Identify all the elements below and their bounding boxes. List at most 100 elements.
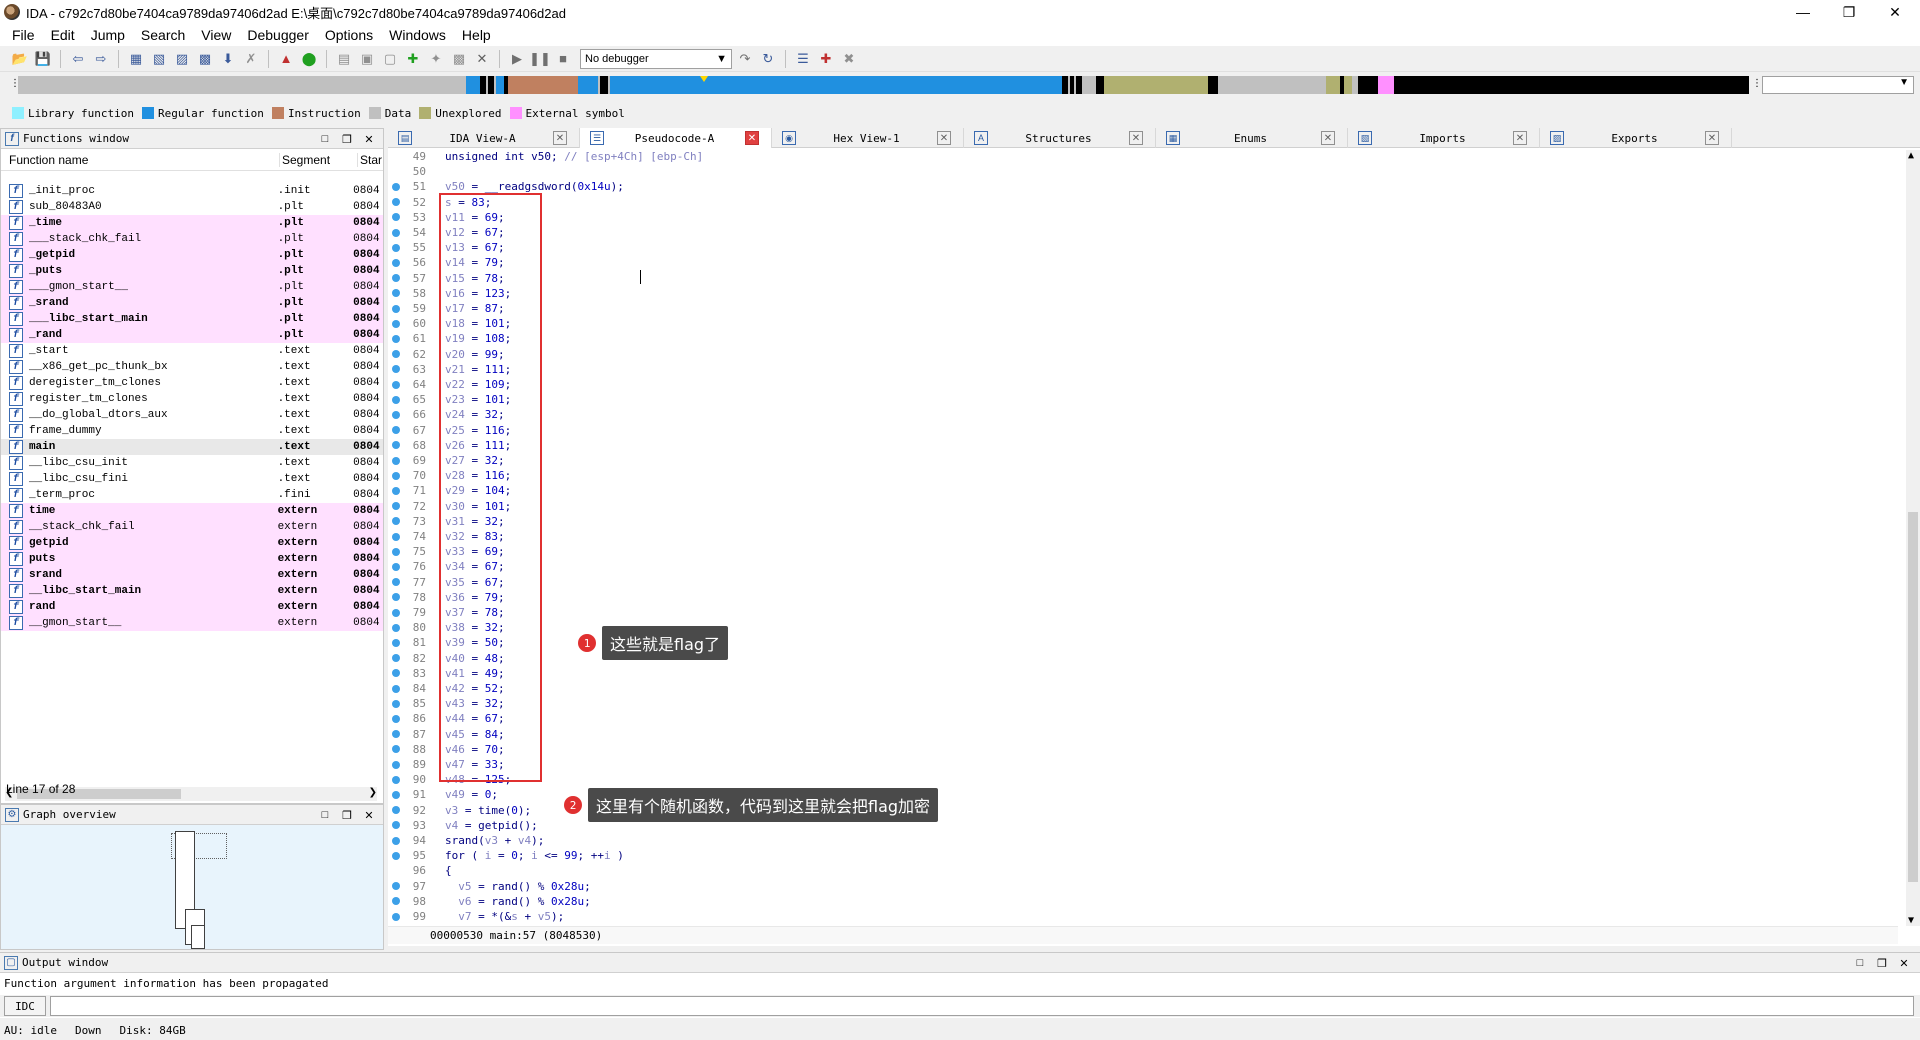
breakpoint-dot-icon[interactable] bbox=[392, 334, 400, 343]
scroll-thumb[interactable] bbox=[1908, 512, 1918, 882]
breakpoint-dot-icon[interactable] bbox=[392, 441, 400, 450]
breakpoint-dot-icon[interactable] bbox=[392, 532, 400, 541]
breakpoint-dot-icon[interactable] bbox=[392, 790, 400, 799]
tab-close-icon[interactable]: ✕ bbox=[745, 131, 759, 145]
binary-search-icon[interactable]: ▦ bbox=[126, 49, 146, 69]
breakpoint-dot-icon[interactable] bbox=[392, 471, 400, 480]
tab-hex-view-1[interactable]: ◉ Hex View-1 ✕ bbox=[772, 128, 964, 148]
search-next-icon[interactable]: ▨ bbox=[172, 49, 192, 69]
scroll-up-icon[interactable]: ▲ bbox=[1908, 150, 1914, 161]
column-function-name[interactable]: Function name bbox=[1, 153, 279, 167]
pane-maximize-button[interactable]: □ bbox=[1852, 955, 1868, 971]
tab-close-icon[interactable]: ✕ bbox=[1129, 131, 1143, 145]
refresh-icon[interactable]: ↻ bbox=[758, 49, 778, 69]
tab-pseudocode-a[interactable]: ☰ Pseudocode-A ✕ bbox=[580, 128, 772, 148]
breakpoint-dot-icon[interactable] bbox=[392, 882, 400, 891]
function-row[interactable]: f deregister_tm_clones .text 0804 bbox=[1, 375, 383, 391]
breakpoint-dot-icon[interactable] bbox=[392, 289, 400, 298]
graph-icon[interactable]: ▲ bbox=[276, 49, 296, 69]
close-window-button[interactable]: ✕ bbox=[1872, 0, 1918, 24]
breakpoint-dot-icon[interactable] bbox=[392, 806, 400, 815]
breakpoint-dot-icon[interactable] bbox=[392, 365, 400, 374]
step-icon[interactable]: ↷ bbox=[735, 49, 755, 69]
undefine-icon[interactable]: ✗ bbox=[241, 49, 261, 69]
tab-imports[interactable]: ▧ Imports ✕ bbox=[1348, 128, 1540, 148]
function-row[interactable]: f time extern 0804 bbox=[1, 503, 383, 519]
breakpoint-dot-icon[interactable] bbox=[392, 912, 400, 921]
function-row[interactable]: f puts extern 0804 bbox=[1, 551, 383, 567]
breakpoint-dot-icon[interactable] bbox=[392, 562, 400, 571]
minimize-button[interactable]: — bbox=[1780, 0, 1826, 24]
pane-float-button[interactable]: ❐ bbox=[339, 131, 355, 147]
menu-search[interactable]: Search bbox=[133, 27, 193, 43]
breakpoint-dot-icon[interactable] bbox=[392, 897, 400, 906]
pane-float-button[interactable]: ❐ bbox=[1874, 955, 1890, 971]
breakpoint-dot-icon[interactable] bbox=[392, 486, 400, 495]
breakpoint-dot-icon[interactable] bbox=[392, 593, 400, 602]
back-icon[interactable]: ⇦ bbox=[68, 49, 88, 69]
pane-maximize-button[interactable]: □ bbox=[317, 131, 333, 147]
breakpoint-dot-icon[interactable] bbox=[392, 578, 400, 587]
breakpoint-list-icon[interactable]: ☰ bbox=[793, 49, 813, 69]
function-row[interactable]: f __libc_csu_init .text 0804 bbox=[1, 455, 383, 471]
menu-edit[interactable]: Edit bbox=[43, 27, 83, 43]
menu-file[interactable]: File bbox=[4, 27, 43, 43]
segment-icon[interactable]: ▢ bbox=[380, 49, 400, 69]
scroll-down-icon[interactable]: ▼ bbox=[1908, 915, 1914, 926]
tab-structures[interactable]: A Structures ✕ bbox=[964, 128, 1156, 148]
breakpoint-dot-icon[interactable] bbox=[392, 547, 400, 556]
breakpoint-dot-icon[interactable] bbox=[392, 426, 400, 435]
graph-overview-canvas[interactable] bbox=[1, 825, 383, 949]
function-row[interactable]: f main .text 0804 bbox=[1, 439, 383, 455]
breakpoint-dot-icon[interactable] bbox=[392, 638, 400, 647]
breakpoint-dot-icon[interactable] bbox=[392, 714, 400, 723]
breakpoint-dot-icon[interactable] bbox=[392, 380, 400, 389]
code-vscrollbar[interactable]: ▲ ▼ bbox=[1906, 150, 1920, 926]
add-icon[interactable]: ✚ bbox=[403, 49, 423, 69]
column-start[interactable]: Star bbox=[357, 152, 383, 167]
breakpoint-dot-icon[interactable] bbox=[392, 730, 400, 739]
pane-close-button[interactable]: ✕ bbox=[1896, 955, 1912, 971]
patch-icon[interactable]: ▩ bbox=[449, 49, 469, 69]
function-row[interactable]: f ___stack_chk_fail .plt 0804 bbox=[1, 231, 383, 247]
breakpoint-dot-icon[interactable] bbox=[392, 699, 400, 708]
restore-button[interactable]: ❐ bbox=[1826, 0, 1872, 24]
menu-options[interactable]: Options bbox=[317, 27, 381, 43]
pane-close-button[interactable]: ✕ bbox=[361, 807, 377, 823]
menu-view[interactable]: View bbox=[193, 27, 239, 43]
breakpoint-dot-icon[interactable] bbox=[392, 410, 400, 419]
debugger-select[interactable]: No debugger ▼ bbox=[580, 48, 732, 69]
plugin-icon[interactable]: ✦ bbox=[426, 49, 446, 69]
breakpoint-dot-icon[interactable] bbox=[392, 517, 400, 526]
breakpoint-dot-icon[interactable] bbox=[392, 182, 400, 191]
idc-language-button[interactable]: IDC bbox=[4, 996, 46, 1016]
breakpoint-dot-icon[interactable] bbox=[392, 213, 400, 222]
function-row[interactable]: f _time .plt 0804 bbox=[1, 215, 383, 231]
function-row[interactable]: f rand extern 0804 bbox=[1, 599, 383, 615]
function-row[interactable]: f __libc_csu_fini .text 0804 bbox=[1, 471, 383, 487]
tab-enums[interactable]: ▦ Enums ✕ bbox=[1156, 128, 1348, 148]
pane-maximize-button[interactable]: □ bbox=[317, 807, 333, 823]
tab-close-icon[interactable]: ✕ bbox=[1705, 131, 1719, 145]
breakpoint-dot-icon[interactable] bbox=[392, 502, 400, 511]
run-green-icon[interactable]: ⬤ bbox=[299, 49, 319, 69]
breakpoint-dot-icon[interactable] bbox=[392, 243, 400, 252]
menu-windows[interactable]: Windows bbox=[381, 27, 454, 43]
function-row[interactable]: f _puts .plt 0804 bbox=[1, 263, 383, 279]
function-row[interactable]: f sub_80483A0 .plt 0804 bbox=[1, 199, 383, 215]
function-row[interactable]: f _getpid .plt 0804 bbox=[1, 247, 383, 263]
breakpoint-dot-icon[interactable] bbox=[392, 745, 400, 754]
function-icon[interactable]: ▤ bbox=[334, 49, 354, 69]
delete-breakpoint-icon[interactable]: ✖ bbox=[839, 49, 859, 69]
function-row[interactable]: f register_tm_clones .text 0804 bbox=[1, 391, 383, 407]
breakpoint-dot-icon[interactable] bbox=[392, 274, 400, 283]
command-input[interactable] bbox=[50, 996, 1914, 1016]
function-row[interactable]: f __do_global_dtors_aux .text 0804 bbox=[1, 407, 383, 423]
breakpoint-dot-icon[interactable] bbox=[392, 669, 400, 678]
open-icon[interactable]: 📂 bbox=[10, 49, 30, 69]
breakpoint-dot-icon[interactable] bbox=[392, 684, 400, 693]
breakpoint-dot-icon[interactable] bbox=[392, 456, 400, 465]
navband-dropdown[interactable]: ▼ bbox=[1762, 76, 1914, 94]
breakpoint-dot-icon[interactable] bbox=[392, 654, 400, 663]
pane-float-button[interactable]: ❐ bbox=[339, 807, 355, 823]
